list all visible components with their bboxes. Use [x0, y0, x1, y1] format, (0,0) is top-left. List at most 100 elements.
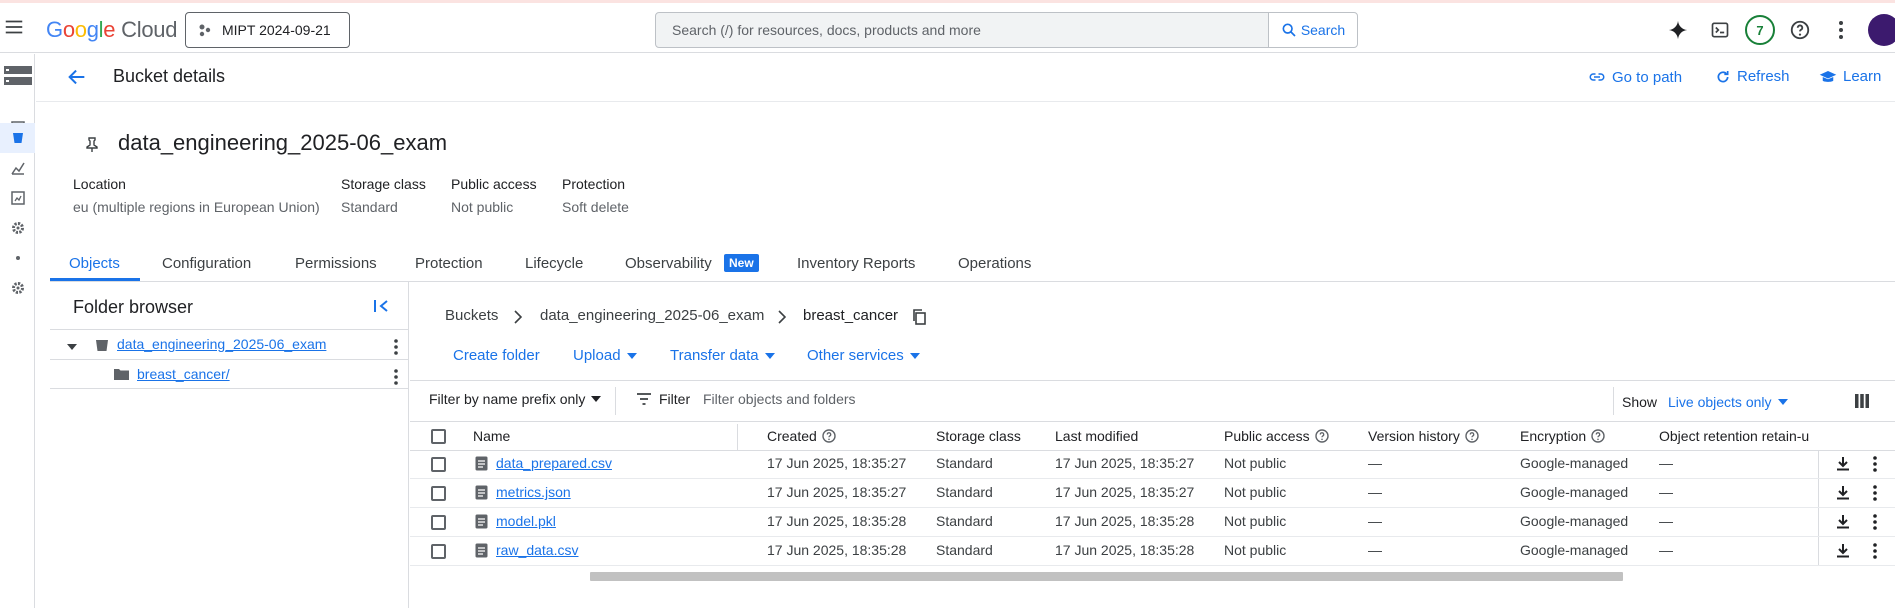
- meta-public-access-label: Public access: [451, 176, 537, 192]
- breadcrumb-buckets[interactable]: Buckets: [445, 307, 498, 324]
- filter-prefix-label: Filter by name prefix only: [429, 391, 586, 407]
- settings-icon[interactable]: [8, 278, 28, 298]
- version-history-cell: —: [1368, 513, 1382, 529]
- pin-icon[interactable]: [85, 137, 99, 153]
- bucket-icon: [95, 338, 109, 352]
- download-icon[interactable]: [1836, 485, 1850, 500]
- download-icon[interactable]: [1836, 456, 1850, 471]
- more-vert-icon[interactable]: [394, 339, 398, 355]
- more-vert-icon[interactable]: [394, 369, 398, 385]
- download-icon[interactable]: [1836, 514, 1850, 529]
- avatar[interactable]: [1868, 14, 1895, 46]
- tab-permissions[interactable]: Permissions: [295, 255, 377, 272]
- folder-tree-folder-link[interactable]: breast_cancer/: [137, 366, 230, 382]
- back-arrow-icon[interactable]: [66, 66, 88, 88]
- upload-button[interactable]: Upload: [573, 347, 637, 364]
- filter-divider-line: [410, 421, 1895, 422]
- column-header-storage-class[interactable]: Storage class: [936, 428, 1021, 444]
- columns-icon[interactable]: [1855, 394, 1869, 408]
- refresh-button[interactable]: Refresh: [1715, 68, 1790, 85]
- insights-icon[interactable]: [8, 188, 28, 208]
- google-cloud-logo[interactable]: Google Cloud: [46, 17, 177, 43]
- row-checkbox[interactable]: [431, 515, 446, 530]
- column-header-created[interactable]: Created: [767, 428, 836, 444]
- chevron-right-icon: [514, 307, 522, 324]
- go-to-path-button[interactable]: Go to path: [1588, 68, 1682, 86]
- transfer-data-button[interactable]: Transfer data: [670, 347, 775, 364]
- horizontal-scrollbar[interactable]: [590, 572, 1623, 581]
- object-name-link[interactable]: model.pkl: [496, 513, 556, 529]
- more-vert-icon[interactable]: [1873, 514, 1877, 530]
- created-cell: 17 Jun 2025, 18:35:27: [767, 455, 907, 471]
- download-icon[interactable]: [1836, 543, 1850, 558]
- more-vert-icon[interactable]: [1829, 18, 1853, 42]
- settings-icon[interactable]: [8, 218, 28, 238]
- tab-objects[interactable]: Objects: [69, 255, 120, 272]
- help-icon[interactable]: [1465, 429, 1479, 443]
- row-checkbox[interactable]: [431, 457, 446, 472]
- file-icon: [475, 456, 488, 471]
- column-divider[interactable]: [737, 424, 738, 450]
- column-header-name[interactable]: Name: [473, 428, 510, 444]
- filter-prefix-dropdown[interactable]: Filter by name prefix only: [429, 391, 602, 407]
- learn-button[interactable]: Learn: [1819, 68, 1881, 85]
- folder-tree-bucket-link[interactable]: data_engineering_2025-06_exam: [117, 336, 326, 352]
- help-icon[interactable]: [822, 429, 836, 443]
- tab-lifecycle[interactable]: Lifecycle: [525, 255, 583, 272]
- help-icon[interactable]: [1314, 429, 1329, 443]
- object-name-link[interactable]: data_prepared.csv: [496, 455, 612, 471]
- top-bar: Google Cloud MIPT 2024-09-21 Search (/) f…: [0, 0, 1895, 53]
- help-icon[interactable]: [1788, 18, 1812, 42]
- bucket-name: data_engineering_2025-06_exam: [118, 130, 448, 155]
- version-history-cell: —: [1368, 542, 1382, 558]
- tab-observability[interactable]: Observability: [625, 255, 712, 272]
- project-picker-button[interactable]: MIPT 2024-09-21: [185, 12, 350, 48]
- more-vert-icon[interactable]: [1873, 485, 1877, 501]
- copy-icon[interactable]: [912, 309, 926, 325]
- row-checkbox[interactable]: [431, 544, 446, 559]
- storage-product-icon[interactable]: [3, 64, 33, 88]
- more-vert-icon[interactable]: [1873, 456, 1877, 472]
- object-name-link[interactable]: metrics.json: [496, 484, 571, 500]
- column-header-object-retention-label: Object retention retain-u: [1659, 428, 1810, 444]
- help-icon[interactable]: [1591, 429, 1605, 443]
- column-header-encryption[interactable]: Encryption: [1520, 428, 1605, 444]
- terminal-icon[interactable]: [1708, 18, 1732, 42]
- show-value: Live objects only: [1668, 394, 1772, 410]
- select-all-checkbox[interactable]: [431, 429, 446, 444]
- tab-protection[interactable]: Protection: [415, 255, 483, 272]
- menu-icon[interactable]: [3, 16, 25, 38]
- created-cell: 17 Jun 2025, 18:35:28: [767, 513, 907, 529]
- public-access-cell: Not public: [1224, 513, 1287, 529]
- retention-cell: —: [1659, 455, 1673, 471]
- tab-operations[interactable]: Operations: [958, 255, 1031, 272]
- column-header-public-access[interactable]: Public access: [1224, 428, 1329, 444]
- gemini-icon[interactable]: [1666, 18, 1690, 42]
- tab-inventory-reports[interactable]: Inventory Reports: [797, 255, 915, 272]
- object-name-link[interactable]: raw_data.csv: [496, 542, 578, 558]
- learn-icon: [1819, 69, 1837, 85]
- search-input[interactable]: Search (/) for resources, docs, products…: [655, 12, 1270, 48]
- tab-configuration[interactable]: Configuration: [162, 255, 251, 272]
- dot-icon[interactable]: [8, 248, 28, 268]
- file-icon: [475, 514, 488, 529]
- column-header-version-history[interactable]: Version history: [1368, 428, 1479, 444]
- notifications-badge[interactable]: 7: [1745, 15, 1775, 45]
- refresh-icon: [1715, 69, 1731, 85]
- monitoring-icon[interactable]: [8, 158, 28, 178]
- row-checkbox[interactable]: [431, 486, 446, 501]
- expand-arrow-icon[interactable]: [66, 343, 78, 351]
- search-button[interactable]: Search: [1268, 12, 1358, 48]
- column-header-storage-class-label: Storage class: [936, 428, 1021, 444]
- filter-input[interactable]: Filter objects and folders: [703, 391, 856, 407]
- collapse-icon[interactable]: [373, 298, 391, 314]
- more-vert-icon[interactable]: [1873, 543, 1877, 559]
- filter-button[interactable]: Filter: [637, 391, 690, 407]
- bucket-nav-icon[interactable]: [8, 128, 28, 148]
- other-services-button[interactable]: Other services: [807, 347, 920, 364]
- breadcrumb-bucket[interactable]: data_engineering_2025-06_exam: [540, 307, 764, 324]
- column-header-last-modified[interactable]: Last modified: [1055, 428, 1138, 444]
- column-header-object-retention[interactable]: Object retention retain-u: [1659, 428, 1819, 444]
- create-folder-button[interactable]: Create folder: [453, 347, 540, 364]
- show-dropdown[interactable]: Live objects only: [1668, 394, 1788, 410]
